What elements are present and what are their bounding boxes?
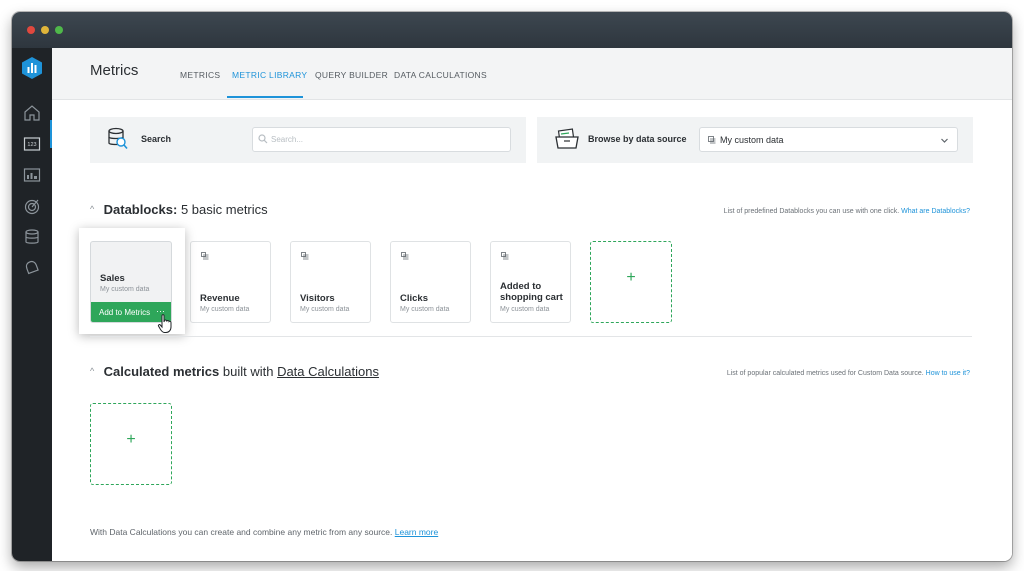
search-label: Search bbox=[141, 134, 172, 144]
calculated-heading-mid: built with bbox=[222, 364, 274, 379]
datablock-card-revenue[interactable]: Revenue My custom data bbox=[190, 241, 271, 323]
data-source-icon bbox=[708, 136, 716, 144]
card-title: Revenue bbox=[200, 293, 240, 304]
page-title: Metrics bbox=[90, 62, 139, 79]
section-divider bbox=[90, 336, 972, 337]
data-source-value: My custom data bbox=[720, 135, 784, 145]
goal-icon[interactable] bbox=[23, 197, 41, 215]
datablocks-heading[interactable]: ^ Datablocks: 5 basic metrics bbox=[90, 202, 268, 217]
sidebar: 123 bbox=[12, 48, 53, 561]
card-title: Added to shopping cart bbox=[500, 281, 563, 303]
datablocks-heading-bold: Datablocks: bbox=[103, 202, 178, 217]
tab-data-calculations[interactable]: DATA CALCULATIONS bbox=[394, 70, 487, 80]
datablock-icon bbox=[201, 252, 209, 260]
datablocks-note-text: List of predefined Datablocks you can us… bbox=[723, 208, 900, 215]
window-titlebar bbox=[12, 12, 1012, 48]
tab-query-builder[interactable]: QUERY BUILDER bbox=[315, 70, 388, 80]
card-subtitle: My custom data bbox=[300, 306, 350, 313]
minimize-window-button[interactable] bbox=[41, 26, 49, 34]
search-input[interactable] bbox=[252, 127, 511, 152]
active-tab-indicator bbox=[227, 96, 303, 98]
card-subtitle: My custom data bbox=[100, 286, 150, 293]
browse-label: Browse by data source bbox=[588, 134, 687, 144]
datablock-card-sales[interactable]: Sales My custom data Add to Metrics ··· bbox=[90, 241, 172, 323]
top-navigation: Metrics METRICS METRIC LIBRARY QUERY BUI… bbox=[52, 48, 1012, 100]
card-subtitle: My custom data bbox=[200, 306, 250, 313]
data-calculations-link[interactable]: Data Calculations bbox=[277, 364, 379, 379]
card-subtitle: My custom data bbox=[500, 306, 550, 313]
calculated-note-text: List of popular calculated metrics used … bbox=[726, 370, 924, 377]
dashboard-icon[interactable] bbox=[23, 166, 41, 184]
database-search-icon bbox=[108, 127, 128, 150]
close-window-button[interactable] bbox=[27, 26, 35, 34]
footer-info: With Data Calculations you can create an… bbox=[90, 527, 438, 537]
bell-icon[interactable] bbox=[23, 259, 41, 277]
search-panel: Search bbox=[90, 117, 526, 163]
database-icon[interactable] bbox=[23, 228, 41, 246]
maximize-window-button[interactable] bbox=[55, 26, 63, 34]
datablock-icon bbox=[301, 252, 309, 260]
card-title: Visitors bbox=[300, 293, 335, 304]
card-title: Clicks bbox=[400, 293, 428, 304]
plus-icon: + bbox=[626, 269, 636, 286]
add-calculated-metric-button[interactable]: + bbox=[90, 403, 172, 485]
home-icon[interactable] bbox=[23, 104, 41, 122]
what-are-datablocks-link[interactable]: What are Datablocks? bbox=[901, 208, 970, 215]
how-to-use-it-link[interactable]: How to use it? bbox=[926, 370, 970, 377]
datablock-icon bbox=[401, 252, 409, 260]
calculated-note: List of popular calculated metrics used … bbox=[727, 370, 970, 377]
learn-more-link[interactable]: Learn more bbox=[395, 527, 438, 537]
collapse-caret-icon[interactable]: ^ bbox=[90, 366, 100, 376]
datablocks-note: List of predefined Datablocks you can us… bbox=[724, 208, 970, 215]
folder-icon bbox=[555, 128, 579, 149]
calculated-metrics-heading[interactable]: ^ Calculated metrics built with Data Cal… bbox=[90, 364, 379, 379]
tab-metrics[interactable]: METRICS bbox=[180, 70, 220, 80]
add-to-metrics-label: Add to Metrics bbox=[99, 308, 151, 317]
plus-icon: + bbox=[126, 431, 136, 448]
add-datablock-button[interactable]: + bbox=[590, 241, 672, 323]
svg-text:123: 123 bbox=[27, 142, 36, 148]
footer-text: With Data Calculations you can create an… bbox=[90, 527, 393, 537]
datablock-card-visitors[interactable]: Visitors My custom data bbox=[290, 241, 371, 323]
tab-metric-library[interactable]: METRIC LIBRARY bbox=[232, 70, 307, 80]
datablock-card-clicks[interactable]: Clicks My custom data bbox=[390, 241, 471, 323]
datablock-icon bbox=[501, 252, 509, 260]
chevron-down-icon bbox=[941, 138, 948, 143]
app-logo-icon[interactable] bbox=[21, 56, 43, 80]
browse-panel: Browse by data source My custom data bbox=[537, 117, 973, 163]
number-tile-icon[interactable]: 123 bbox=[23, 135, 41, 153]
card-subtitle: My custom data bbox=[400, 306, 450, 313]
main-content: Metrics METRICS METRIC LIBRARY QUERY BUI… bbox=[52, 48, 1012, 561]
data-source-select[interactable]: My custom data bbox=[699, 127, 958, 152]
app-window: 123 Metrics METRICS METRIC LIBRARY QUERY… bbox=[12, 12, 1012, 561]
card-title: Sales bbox=[100, 273, 125, 284]
datablock-card-added-to-shopping-cart[interactable]: Added to shopping cart My custom data bbox=[490, 241, 571, 323]
calculated-heading-bold: Calculated metrics bbox=[103, 364, 220, 379]
search-icon bbox=[258, 134, 268, 144]
collapse-caret-icon[interactable]: ^ bbox=[90, 204, 100, 214]
hand-cursor-icon bbox=[157, 314, 172, 333]
datablocks-heading-count: 5 basic metrics bbox=[180, 202, 268, 217]
